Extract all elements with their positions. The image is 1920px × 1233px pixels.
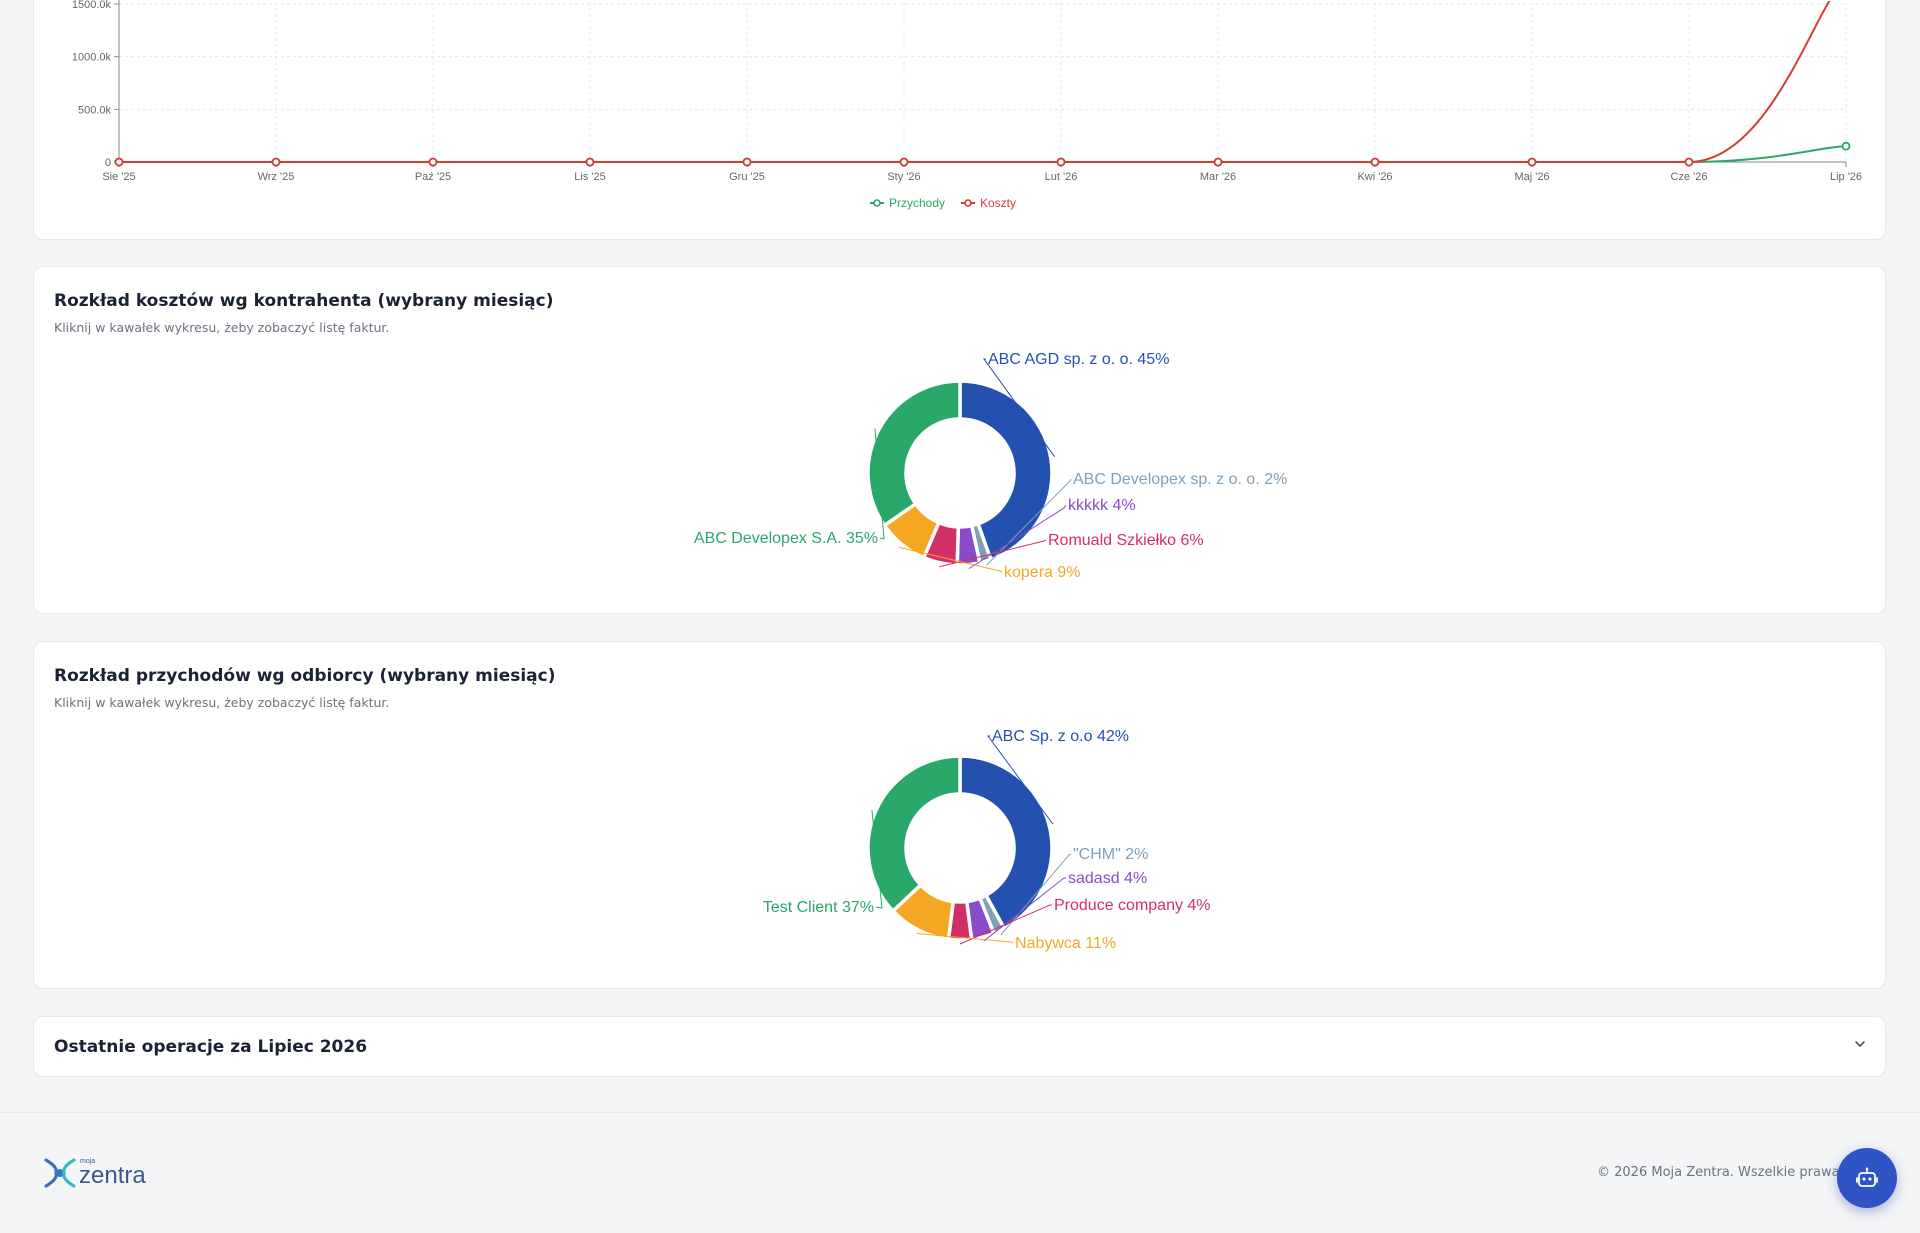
cost-distribution-card: Rozkład kosztów wg kontrahenta (wybrany … [33, 266, 1886, 614]
copyright-text: © 2026 Moja Zentra. Wszelkie prawa zast [1597, 1165, 1871, 1180]
slice-label: sadasd 4% [1068, 870, 1147, 887]
y-tick-label: 1000.0k [72, 52, 112, 64]
series-point-1 [1213, 157, 1223, 167]
recent-operations-title: Ostatnie operacje za Lipiec 2026 [54, 1037, 368, 1057]
slice-label: Test Client 37% [763, 899, 874, 916]
series-point-1 [899, 157, 909, 167]
slice-label: kkkkk 4% [1068, 497, 1136, 514]
donut-slice[interactable] [866, 754, 962, 914]
logo-big-text: zentra [79, 1162, 146, 1189]
legend-label: Koszty [980, 196, 1016, 210]
x-tick-label: Gru '25 [729, 171, 765, 183]
chat-bot-button[interactable] [1837, 1148, 1897, 1208]
revenue-donut-chart[interactable]: ABC Sp. z o.o 42% "CHM" 2% sadasd 4% Produc… [34, 642, 1887, 990]
line-chart-card: 0 500.0k 1000.0k 1500.0k Sie '25 Wrz '25 Paź '… [33, 0, 1886, 240]
slice-label: ABC Sp. z o.o 42% [992, 728, 1129, 745]
legend-label: Przychody [889, 196, 945, 210]
series-point-1 [1527, 157, 1537, 167]
series-point-1 [114, 157, 124, 167]
series-point-1 [1684, 157, 1694, 167]
line-chart: 0 500.0k 1000.0k 1500.0k Sie '25 Wrz '25 Paź '… [72, 0, 1862, 210]
series-point-1 [742, 157, 752, 167]
x-tick-label: Sty '26 [887, 171, 920, 183]
series-point-1 [1056, 157, 1066, 167]
slice-label: ABC Developex sp. z o. o. 2% [1073, 471, 1287, 488]
chevron-down-icon[interactable] [1853, 1037, 1867, 1051]
series-line-0 [119, 145, 1847, 163]
series-point-1 [585, 157, 595, 167]
x-tick-label: Wrz '25 [258, 171, 295, 183]
series-line-1 [119, 1, 1831, 163]
series-point-1 [271, 157, 281, 167]
revenue-distribution-card: Rozkład przychodów wg odbiorcy (wybrany … [33, 641, 1886, 989]
x-tick-label: Paź '25 [415, 171, 451, 183]
recent-operations-panel[interactable]: Ostatnie operacje za Lipiec 2026 [33, 1016, 1886, 1077]
x-tick-label: Lip '26 [1830, 171, 1862, 183]
zentra-logo-icon: moja zentra [44, 1158, 146, 1189]
slice-label: Romuald Szkiełko 6% [1048, 532, 1204, 549]
x-tick-label: Lut '26 [1045, 171, 1078, 183]
series-point-1 [1370, 157, 1380, 167]
cost-donut-chart[interactable]: ABC AGD sp. z o. o. 45% ABC Developex sp.… [34, 267, 1887, 615]
slice-label: ABC Developex S.A. 35% [694, 530, 878, 547]
y-tick-label: 500.0k [78, 104, 112, 116]
y-tick-label: 1500.0k [72, 0, 112, 11]
x-tick-label: Kwi '26 [1357, 171, 1392, 183]
x-tick-label: Sie '25 [102, 171, 135, 183]
donut-slice[interactable] [866, 379, 962, 528]
series-point-0 [1841, 141, 1851, 151]
x-tick-label: Maj '26 [1514, 171, 1549, 183]
footer: moja zentra © 2026 Moja Zentra. Wszelkie… [0, 1112, 1920, 1233]
x-tick-label: Cze '26 [1671, 171, 1708, 183]
robot-icon [1856, 1167, 1878, 1187]
legend-marker-0 [873, 199, 881, 207]
legend-marker-1 [964, 199, 972, 207]
slice-label: kopera 9% [1004, 564, 1081, 581]
x-tick-label: Mar '26 [1200, 171, 1236, 183]
series-point-1 [428, 157, 438, 167]
y-tick-label: 0 [105, 157, 111, 169]
slice-label: Produce company 4% [1054, 897, 1211, 914]
slice-label: Nabywca 11% [1015, 935, 1116, 952]
brand-logo[interactable]: moja zentra [42, 1153, 162, 1197]
x-tick-label: Lis '25 [574, 171, 605, 183]
slice-label: ABC AGD sp. z o. o. 45% [988, 351, 1169, 368]
slice-label: "CHM" 2% [1073, 846, 1148, 863]
